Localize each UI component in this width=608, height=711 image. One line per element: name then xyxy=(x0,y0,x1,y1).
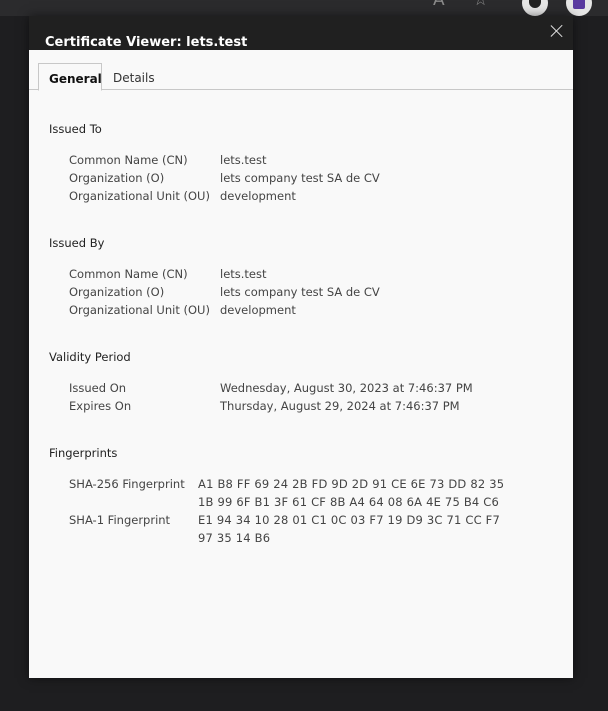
issued-by-cn-value: lets.test xyxy=(220,267,267,281)
issued-to-cn-value: lets.test xyxy=(220,153,267,167)
certificate-viewer-dialog: Certificate Viewer: lets.test General De… xyxy=(29,16,573,678)
issued-on-label: Issued On xyxy=(69,381,127,395)
issued-by-title: Issued By xyxy=(49,236,105,250)
tab-general[interactable]: General xyxy=(38,63,102,91)
profile-avatar[interactable] xyxy=(566,0,592,16)
read-aloud-icon[interactable]: A² xyxy=(433,0,451,9)
close-icon[interactable] xyxy=(549,23,565,39)
issued-to-o-value: lets company test SA de CV xyxy=(220,171,380,185)
sha256-value-line1: A1 B8 FF 69 24 2B FD 9D 2D 91 CE 6E 73 D… xyxy=(198,477,505,491)
issued-by-o-label: Organization (O) xyxy=(69,285,165,299)
sha256-value-line2: 1B 99 6F B1 3F 61 CF 8B A4 64 08 6A 4E 7… xyxy=(198,495,500,509)
dialog-header: Certificate Viewer: lets.test xyxy=(29,16,573,50)
browser-toolbar: A² ☆ xyxy=(0,0,608,16)
expires-on-label: Expires On xyxy=(69,399,132,413)
issued-by-cn-label: Common Name (CN) xyxy=(69,267,188,281)
issued-to-title: Issued To xyxy=(49,122,102,136)
extension-icon[interactable] xyxy=(522,0,548,16)
issued-by-ou-label: Organizational Unit (OU) xyxy=(69,303,210,317)
issued-by-o-value: lets company test SA de CV xyxy=(220,285,380,299)
issued-by-ou-value: development xyxy=(220,303,296,317)
sha1-label: SHA-1 Fingerprint xyxy=(69,513,171,527)
expires-on-value: Thursday, August 29, 2024 at 7:46:37 PM xyxy=(220,399,460,413)
favorites-star-icon[interactable]: ☆ xyxy=(473,0,488,9)
sha256-label: SHA-256 Fingerprint xyxy=(69,477,185,491)
tab-bar: General Details xyxy=(29,50,573,91)
sha1-value-line1: E1 94 34 10 28 01 C1 0C 03 F7 19 D9 3C 7… xyxy=(198,513,501,527)
issued-to-o-label: Organization (O) xyxy=(69,171,165,185)
sha1-value-line2: 97 35 14 B6 xyxy=(198,531,271,545)
issued-to-ou-label: Organizational Unit (OU) xyxy=(69,189,210,203)
issued-on-value: Wednesday, August 30, 2023 at 7:46:37 PM xyxy=(220,381,473,395)
tab-details[interactable]: Details xyxy=(103,63,165,91)
fingerprints-title: Fingerprints xyxy=(49,446,118,460)
validity-title: Validity Period xyxy=(49,350,131,364)
dialog-title: Certificate Viewer: lets.test xyxy=(45,35,248,50)
issued-to-cn-label: Common Name (CN) xyxy=(69,153,188,167)
issued-to-ou-value: development xyxy=(220,189,296,203)
